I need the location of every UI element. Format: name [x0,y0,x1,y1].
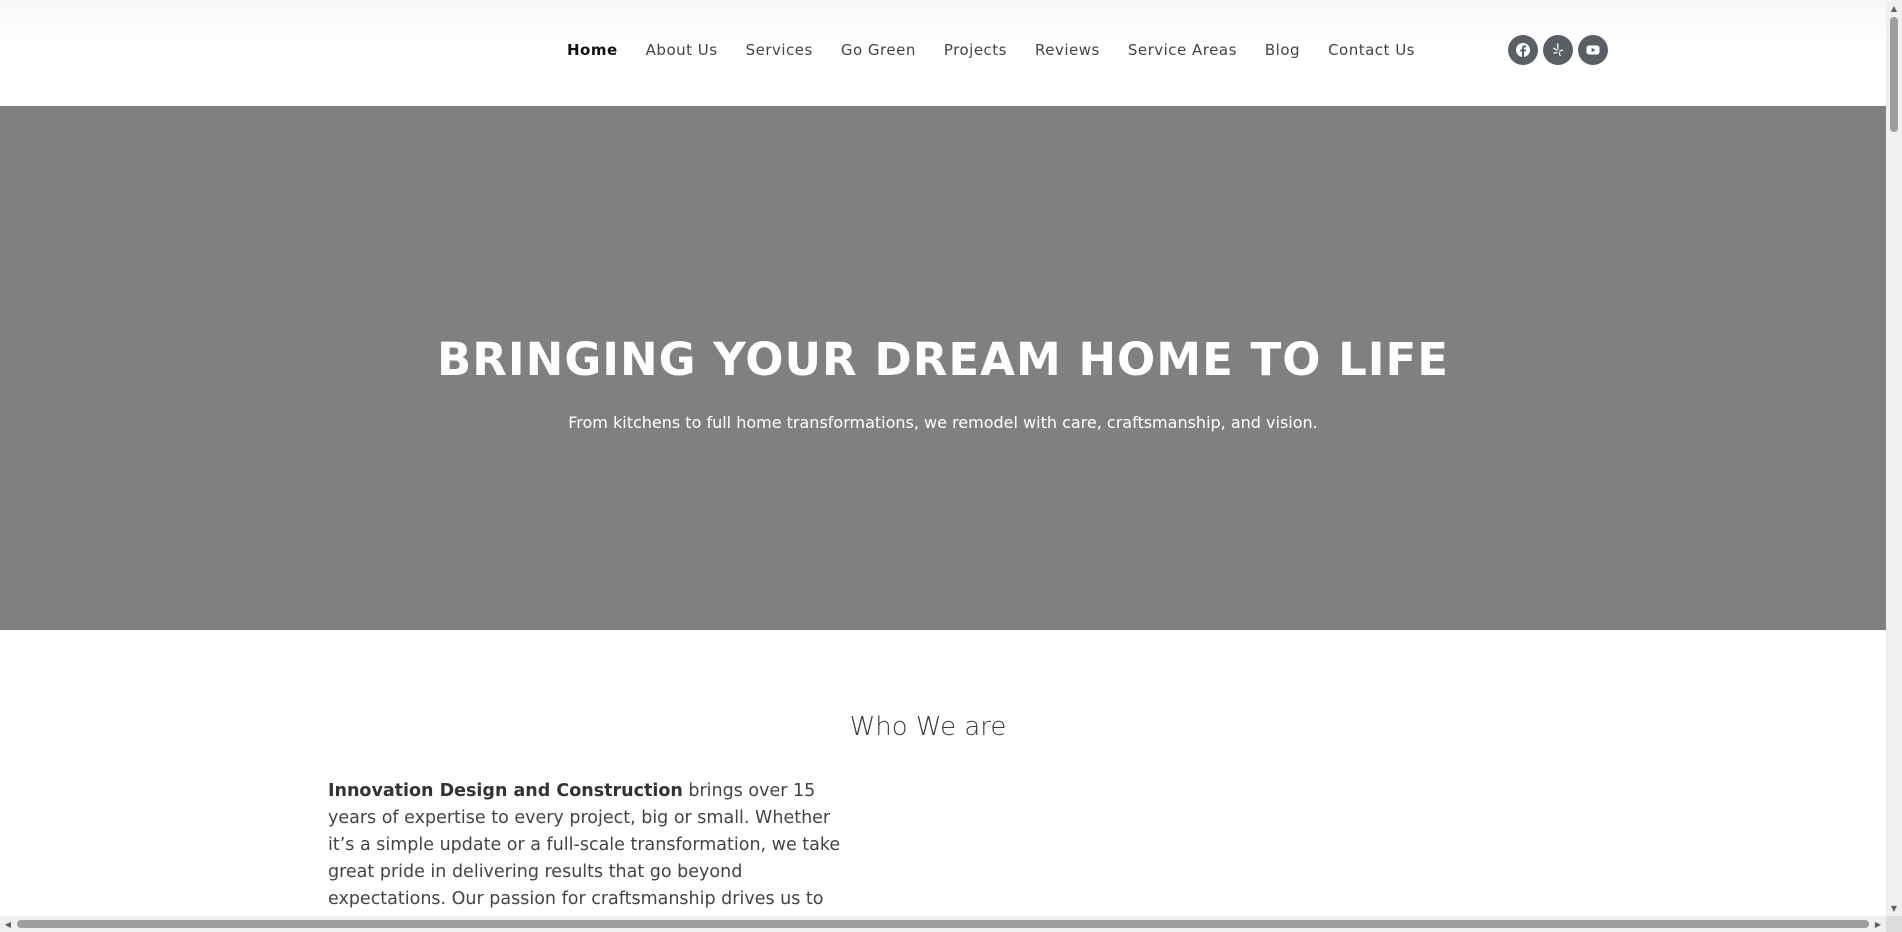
scrollbar-corner [1886,916,1902,932]
nav-blog[interactable]: Blog [1251,38,1314,62]
main-nav: Home About Us Services Go Green Projects… [553,38,1429,62]
nav-service-areas[interactable]: Service Areas [1114,38,1251,62]
nav-contact-us[interactable]: Contact Us [1314,38,1429,62]
facebook-icon [1516,43,1530,57]
scroll-right-arrow-icon[interactable]: ▶ [1870,916,1886,932]
yelp-icon [1553,43,1564,57]
nav-services[interactable]: Services [732,38,827,62]
horizontal-scroll-thumb[interactable] [17,920,1869,928]
facebook-link[interactable] [1508,35,1538,65]
company-name: Innovation Design and Construction [328,781,683,801]
scroll-down-arrow-icon[interactable]: ▼ [1886,900,1902,916]
hero-banner: BRINGING YOUR DREAM HOME TO LIFE From ki… [0,106,1886,630]
hero-title: BRINGING YOUR DREAM HOME TO LIFE [436,333,1450,386]
yelp-link[interactable] [1543,35,1573,65]
youtube-link[interactable] [1578,35,1608,65]
youtube-icon [1586,45,1600,55]
scroll-left-arrow-icon[interactable]: ◀ [0,916,16,932]
social-links [1508,35,1608,65]
nav-home[interactable]: Home [553,38,632,62]
horizontal-scrollbar[interactable]: ◀ ▶ [0,916,1886,932]
about-paragraph: Innovation Design and Construction bring… [328,778,853,913]
nav-projects[interactable]: Projects [930,38,1021,62]
nav-reviews[interactable]: Reviews [1021,38,1114,62]
site-header: Home About Us Services Go Green Projects… [0,0,1886,106]
who-we-are-heading: Who We are [849,712,1007,742]
hero-subtitle: From kitchens to full home transformatio… [568,413,1318,432]
scroll-up-arrow-icon[interactable]: ▲ [1886,0,1902,16]
nav-about-us[interactable]: About Us [632,38,732,62]
vertical-scrollbar[interactable]: ▲ ▼ [1886,0,1902,916]
browser-viewport: Home About Us Services Go Green Projects… [0,0,1902,932]
vertical-scroll-thumb[interactable] [1890,17,1898,132]
nav-go-green[interactable]: Go Green [827,38,930,62]
